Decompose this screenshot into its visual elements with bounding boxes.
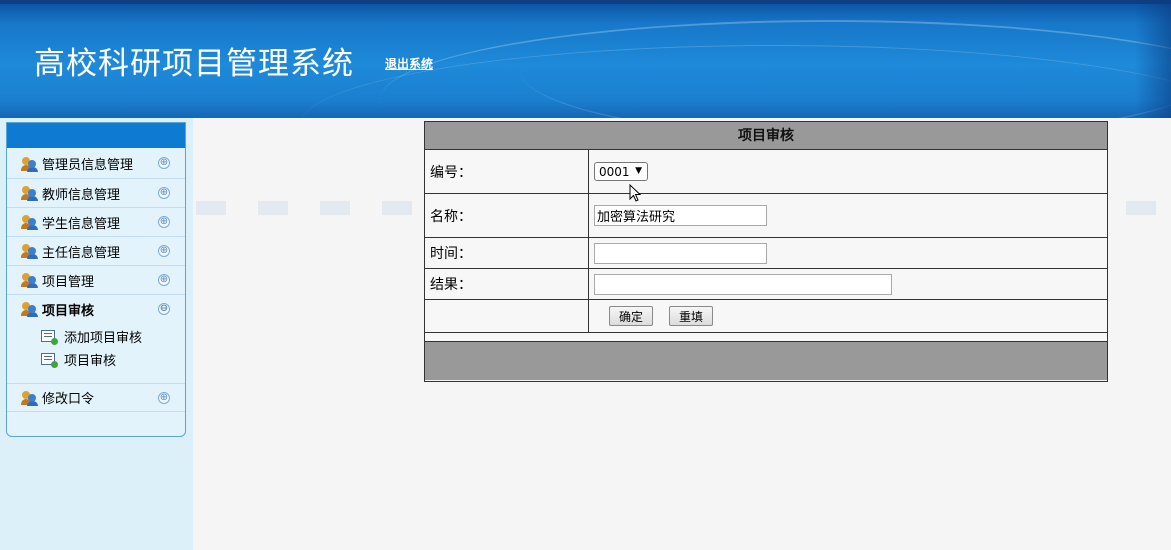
actions-cell: 确定 重填 <box>589 300 1107 332</box>
sidebar-item-label: 主任信息管理 <box>42 245 121 261</box>
users-icon <box>21 185 39 201</box>
field-cell <box>589 238 1107 268</box>
empty-label-cell <box>425 300 589 332</box>
number-select[interactable]: 0001 ▼ <box>594 162 648 181</box>
header-banner: 高校科研项目管理系统 退出系统 <box>0 0 1171 118</box>
sidebar-item-label: 教师信息管理 <box>42 187 121 203</box>
dropdown-arrow-icon: ▼ <box>635 166 642 176</box>
document-add-icon <box>41 352 58 368</box>
field-cell: 0001 ▼ <box>589 150 1107 193</box>
result-input[interactable] <box>594 273 892 295</box>
expand-icon[interactable]: ⊕ <box>158 187 170 199</box>
users-icon <box>21 301 39 317</box>
field-label: 结果： <box>425 269 589 299</box>
sidebar-submenu: 添加项目审核 项目审核 <box>7 323 185 383</box>
sidebar-item-label: 管理员信息管理 <box>42 158 134 173</box>
header-decoration <box>1135 0 1171 118</box>
document-add-icon <box>41 329 58 345</box>
header-decoration <box>520 0 1171 118</box>
sidebar-item-project-review[interactable]: 项目审核 ⊖ <box>7 294 185 323</box>
form-footer <box>425 342 1107 380</box>
name-input[interactable] <box>594 205 767 226</box>
users-icon <box>21 156 39 172</box>
form-caption: 项目审核 <box>425 122 1107 150</box>
form-row-name: 名称： <box>425 194 1107 238</box>
sidebar-item-label: 项目管理 <box>42 274 95 290</box>
sidebar-item-change-password[interactable]: 修改口令 ⊕ <box>7 383 185 412</box>
sidebar-item-project-management[interactable]: 项目管理 ⊕ <box>7 265 185 294</box>
collapse-icon[interactable]: ⊖ <box>158 303 170 315</box>
field-cell <box>589 194 1107 237</box>
form-row-actions: 确定 重填 <box>425 300 1107 333</box>
expand-icon[interactable]: ⊕ <box>158 216 170 228</box>
sidebar-item-label: 学生信息管理 <box>42 216 121 232</box>
review-form: 项目审核 编号： 0001 ▼ 名称： 时间： 结果： 确定 重填 <box>424 121 1108 382</box>
sidebar-subitem-label: 添加项目审核 <box>64 331 143 346</box>
users-icon <box>21 214 39 230</box>
mouse-cursor-icon <box>629 184 642 202</box>
form-row-result: 结果： <box>425 269 1107 300</box>
sidebar-subitem-label: 项目审核 <box>64 354 117 369</box>
users-icon <box>21 243 39 259</box>
field-label: 名称： <box>425 194 589 237</box>
sidebar-header <box>7 123 185 148</box>
expand-icon[interactable]: ⊕ <box>158 157 170 169</box>
field-cell <box>589 269 1107 299</box>
app-title: 高校科研项目管理系统 <box>34 46 354 82</box>
sidebar-item-director-info[interactable]: 主任信息管理 ⊕ <box>7 236 185 265</box>
form-spacer-row <box>425 333 1107 342</box>
expand-icon[interactable]: ⊕ <box>158 274 170 286</box>
sidebar-item-student-info[interactable]: 学生信息管理 ⊕ <box>7 207 185 236</box>
expand-icon[interactable]: ⊕ <box>158 392 170 404</box>
logout-link[interactable]: 退出系统 <box>385 55 433 72</box>
users-icon <box>21 272 39 288</box>
sidebar-subitem-add-review[interactable]: 添加项目审核 <box>7 325 185 348</box>
users-icon <box>21 390 39 406</box>
sidebar-item-teacher-info[interactable]: 教师信息管理 ⊕ <box>7 178 185 207</box>
form-row-number: 编号： 0001 ▼ <box>425 150 1107 194</box>
number-select-value: 0001 <box>599 164 630 179</box>
expand-icon[interactable]: ⊕ <box>158 245 170 257</box>
field-label: 编号： <box>425 150 589 193</box>
form-row-time: 时间： <box>425 238 1107 269</box>
sidebar: 管理员信息管理 ⊕ 教师信息管理 ⊕ 学生信息管理 ⊕ 主任信息管理 ⊕ 项目管… <box>6 122 186 437</box>
sidebar-item-label: 修改口令 <box>42 392 95 407</box>
sidebar-item-admin-info[interactable]: 管理员信息管理 ⊕ <box>7 149 185 178</box>
confirm-button[interactable]: 确定 <box>609 306 654 326</box>
sidebar-item-label: 项目审核 <box>42 303 95 319</box>
time-input[interactable] <box>594 242 767 264</box>
reset-button[interactable]: 重填 <box>669 306 714 326</box>
field-label: 时间： <box>425 238 589 268</box>
sidebar-subitem-review[interactable]: 项目审核 <box>7 348 185 371</box>
